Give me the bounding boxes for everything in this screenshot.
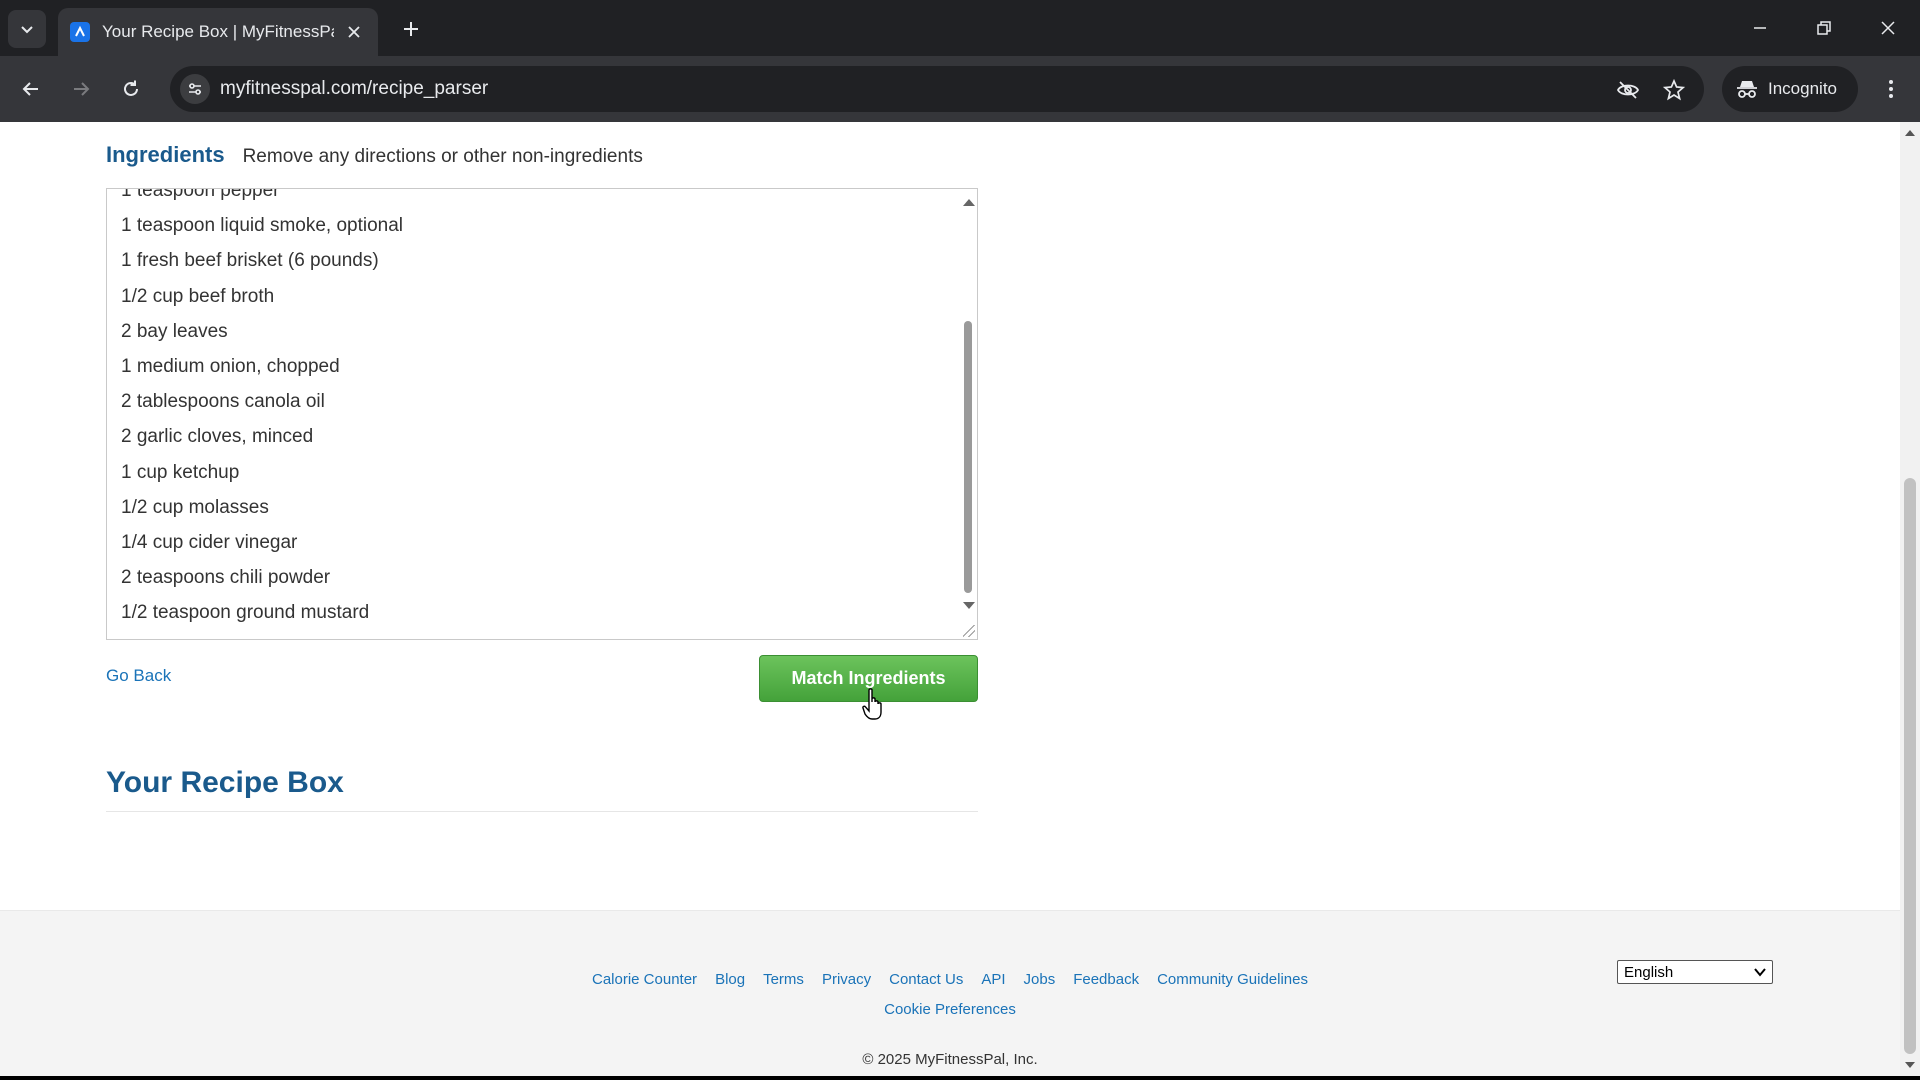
reload-icon: [124, 80, 138, 96]
ingredients-hint: Remove any directions or other non-ingre…: [242, 146, 643, 167]
new-tab-button[interactable]: [396, 14, 426, 44]
ingredient-line: 1 teaspoon pepper: [121, 188, 280, 201]
url-text: myfitnesspal.com/recipe_parser: [220, 78, 489, 99]
address-bar[interactable]: myfitnesspal.com/recipe_parser: [170, 66, 1704, 112]
restore-icon: [1817, 21, 1831, 35]
browser-tab-strip: Your Recipe Box | MyFitnessPal.: [0, 0, 1920, 56]
footer-link-jobs[interactable]: Jobs: [1024, 971, 1056, 988]
footer-link-terms[interactable]: Terms: [763, 971, 804, 988]
close-icon: [1881, 21, 1895, 35]
restore-button[interactable]: [1804, 8, 1844, 48]
arrow-left-icon: [22, 82, 38, 96]
footer-link-contact-us[interactable]: Contact Us: [889, 971, 963, 988]
browser-toolbar: myfitnesspal.com/recipe_parser Incognito: [0, 56, 1920, 122]
incognito-indicator[interactable]: Incognito: [1722, 66, 1858, 112]
scroll-up-arrow-icon[interactable]: [963, 199, 975, 206]
back-button[interactable]: [12, 70, 50, 108]
ingredient-line: 1/2 cup beef broth: [121, 285, 275, 307]
footer-link-privacy[interactable]: Privacy: [822, 971, 871, 988]
footer-link-calorie-counter[interactable]: Calorie Counter: [592, 971, 697, 988]
ingredients-textarea[interactable]: 1 teaspoon pepper 1 teaspoon liquid smok…: [106, 188, 978, 640]
ingredients-title: Ingredients: [106, 142, 225, 167]
footer-link-blog[interactable]: Blog: [715, 971, 745, 988]
footer-link-feedback[interactable]: Feedback: [1073, 971, 1139, 988]
ingredient-line: 1 cup ketchup: [121, 461, 240, 483]
scroll-down-arrow-icon[interactable]: [1905, 1062, 1915, 1068]
page-scrollbar[interactable]: [1900, 122, 1920, 1076]
ingredient-line: 1/2 cup molasses: [121, 496, 269, 518]
ingredients-header: Ingredients Remove any directions or oth…: [106, 142, 643, 168]
window-bottom-edge: [0, 1076, 1920, 1080]
ingredient-line: 1/4 cup cider vinegar: [121, 531, 298, 553]
footer-link-community-guidelines[interactable]: Community Guidelines: [1157, 971, 1308, 988]
resize-handle-icon[interactable]: [963, 625, 975, 637]
page-scroll-thumb[interactable]: [1904, 478, 1916, 1054]
tab-close-button[interactable]: [342, 20, 366, 44]
ingredient-line: 1/2 teaspoon ground mustard: [121, 602, 370, 624]
browser-menu-button[interactable]: [1872, 70, 1910, 108]
footer-links: Calorie Counter Blog Terms Privacy Conta…: [0, 971, 1900, 988]
tracking-protection-button[interactable]: [1614, 76, 1642, 104]
tune-icon: [189, 83, 201, 95]
scroll-up-arrow-icon[interactable]: [1905, 130, 1915, 136]
ingredient-line: 2 tablespoons canola oil: [121, 391, 325, 413]
chevron-down-icon: [1754, 968, 1766, 977]
plus-icon: [404, 22, 418, 36]
language-select[interactable]: English: [1617, 960, 1773, 984]
page-viewport: Ingredients Remove any directions or oth…: [0, 122, 1920, 1076]
browser-tab-active[interactable]: Your Recipe Box | MyFitnessPal.: [58, 8, 378, 56]
ingredient-line: 2 teaspoons chili powder: [121, 567, 331, 589]
eye-off-icon: [1616, 81, 1640, 99]
ingredients-list: 1 teaspoon pepper 1 teaspoon liquid smok…: [121, 188, 404, 630]
minimize-button[interactable]: [1740, 8, 1780, 48]
close-window-button[interactable]: [1868, 8, 1908, 48]
textarea-scrollbar[interactable]: [959, 189, 977, 639]
go-back-link[interactable]: Go Back: [106, 666, 171, 686]
ingredient-line: 1 fresh beef brisket (6 pounds): [121, 250, 379, 272]
copyright-text: © 2025 MyFitnessPal, Inc.: [862, 1051, 1038, 1068]
tab-title: Your Recipe Box | MyFitnessPal.: [102, 22, 334, 41]
bookmark-button[interactable]: [1660, 76, 1688, 104]
language-selected-value: English: [1624, 963, 1674, 981]
ingredient-line: 1 teaspoon liquid smoke, optional: [121, 215, 404, 237]
minimize-icon: [1754, 27, 1766, 29]
incognito-label: Incognito: [1768, 79, 1837, 98]
hand-cursor-icon: [862, 688, 882, 720]
recipe-box-title: Your Recipe Box: [106, 766, 344, 799]
textarea-scroll-thumb[interactable]: [964, 321, 972, 593]
forward-button[interactable]: [62, 70, 100, 108]
site-info-button[interactable]: [180, 74, 210, 104]
section-divider: [106, 811, 978, 812]
footer-link-api[interactable]: API: [981, 971, 1005, 988]
close-icon: [348, 26, 360, 38]
reload-button[interactable]: [112, 70, 150, 108]
tab-search-button[interactable]: [8, 10, 46, 48]
chevron-down-icon: [21, 26, 33, 34]
incognito-icon: [1737, 81, 1757, 98]
star-icon: [1663, 79, 1685, 101]
page-footer: Calorie Counter Blog Terms Privacy Conta…: [0, 910, 1900, 1076]
more-vert-icon: [1889, 80, 1893, 98]
ingredient-line: 2 garlic cloves, minced: [121, 426, 314, 448]
ingredient-line: 2 bay leaves: [121, 320, 228, 342]
ingredient-line: 1 medium onion, chopped: [121, 355, 340, 377]
footer-cookie-row: Cookie Preferences: [0, 1001, 1900, 1019]
scroll-down-arrow-icon[interactable]: [963, 602, 975, 609]
footer-link-cookie-preferences[interactable]: Cookie Preferences: [884, 1001, 1016, 1018]
myfitnesspal-favicon-icon: [70, 22, 90, 42]
arrow-right-icon: [74, 82, 90, 96]
